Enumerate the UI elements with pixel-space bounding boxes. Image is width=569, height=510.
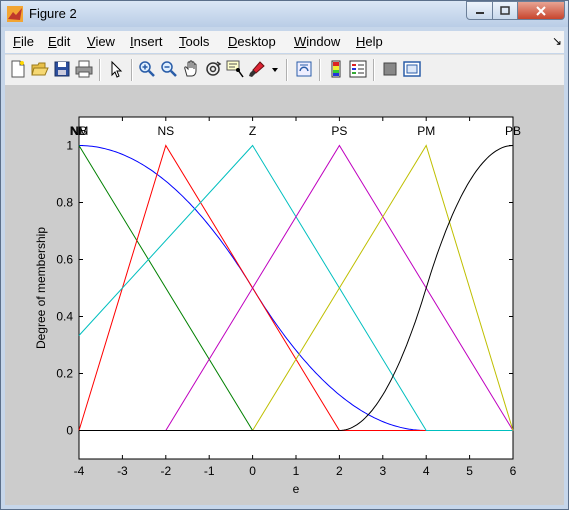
figure-canvas: -4 -3 -2 -1 0 1 2 3 4 5 6 0 0.2 0.4 0.6 0.8 1 e Degree of … <box>5 85 564 505</box>
show-plot-tools-icon[interactable] <box>403 60 421 78</box>
toolbar-separator <box>319 59 321 81</box>
minimize-icon <box>475 11 484 14</box>
menu-tools[interactable]: Tools <box>179 34 209 49</box>
rotate-3d-icon[interactable] <box>204 60 222 78</box>
figure-toolbar <box>5 54 564 86</box>
toolbar-separator <box>99 59 101 81</box>
toolbar-separator <box>373 59 375 81</box>
x-tick-label: -4 <box>74 464 85 478</box>
pointer-icon[interactable] <box>107 60 125 78</box>
membership-plot[interactable]: -4 -3 -2 -1 0 1 2 3 4 5 6 0 0.2 0.4 0.6 0.8 1 e Degree of … <box>5 85 564 505</box>
x-tick-label: -3 <box>117 464 128 478</box>
y-tick-label: 0 <box>66 424 73 438</box>
mf-label-pm: PM <box>417 124 435 138</box>
close-icon <box>536 5 546 16</box>
mf-label-pb: PB <box>505 124 521 138</box>
title-bar[interactable]: Figure 2 <box>1 1 568 27</box>
brush-icon[interactable] <box>248 60 266 78</box>
axes-box <box>78 116 514 460</box>
mf-label-ns: NS <box>157 124 174 138</box>
y-tick-label: 0.4 <box>56 310 73 324</box>
x-tick-label: -2 <box>160 464 171 478</box>
menu-file[interactable]: File <box>13 34 34 49</box>
pan-icon[interactable] <box>182 60 200 78</box>
open-file-icon[interactable] <box>31 60 49 78</box>
matlab-icon <box>7 6 23 22</box>
y-tick-label: 1 <box>66 139 73 153</box>
menu-desktop[interactable]: Desktop <box>228 34 276 49</box>
hide-plot-tools-icon[interactable] <box>381 60 399 78</box>
window-title: Figure 2 <box>29 6 77 21</box>
x-tick-label: 0 <box>249 464 256 478</box>
close-button[interactable] <box>517 1 565 20</box>
y-tick-label: 0.8 <box>56 196 73 210</box>
menu-window[interactable]: Window <box>294 34 340 49</box>
print-icon[interactable] <box>75 60 93 78</box>
menu-bar: File Edit View Insert Tools Desktop Wind… <box>5 31 564 53</box>
brush-dropdown-icon[interactable] <box>270 60 280 78</box>
maximize-icon <box>500 5 510 15</box>
x-tick-label: 4 <box>423 464 430 478</box>
minimize-button[interactable] <box>466 1 493 20</box>
y-tick-label: 0.6 <box>56 253 73 267</box>
colorbar-icon[interactable] <box>327 60 345 78</box>
zoom-out-icon[interactable] <box>160 60 178 78</box>
x-tick-label: 3 <box>379 464 386 478</box>
x-tick-label: 1 <box>293 464 300 478</box>
menu-view[interactable]: View <box>87 34 115 49</box>
toolbar-separator <box>286 59 288 81</box>
dock-figure-icon[interactable]: ↘ <box>552 34 562 48</box>
x-tick-label: -1 <box>204 464 215 478</box>
x-axis-label: e <box>293 482 300 496</box>
link-plot-icon[interactable] <box>295 60 313 78</box>
menu-edit[interactable]: Edit <box>48 34 70 49</box>
x-tick-label: 6 <box>510 464 517 478</box>
menu-help[interactable]: Help <box>356 34 383 49</box>
mf-label-nm: NM <box>70 124 89 138</box>
data-cursor-icon[interactable] <box>226 60 244 78</box>
x-tick-label: 2 <box>336 464 343 478</box>
legend-icon[interactable] <box>349 60 367 78</box>
maximize-button[interactable] <box>492 1 518 20</box>
toolbar-separator <box>131 59 133 81</box>
zoom-in-icon[interactable] <box>138 60 156 78</box>
mf-label-ps: PS <box>331 124 347 138</box>
y-axis-label: Degree of membership <box>34 227 48 349</box>
mf-label-z: Z <box>249 124 256 138</box>
y-tick-label: 0.2 <box>56 367 73 381</box>
x-tick-label: 5 <box>466 464 473 478</box>
new-figure-icon[interactable] <box>9 60 27 78</box>
figure-window: Figure 2 File Edit View Insert Tools Des… <box>0 0 569 510</box>
menu-insert[interactable]: Insert <box>130 34 163 49</box>
save-icon[interactable] <box>53 60 71 78</box>
